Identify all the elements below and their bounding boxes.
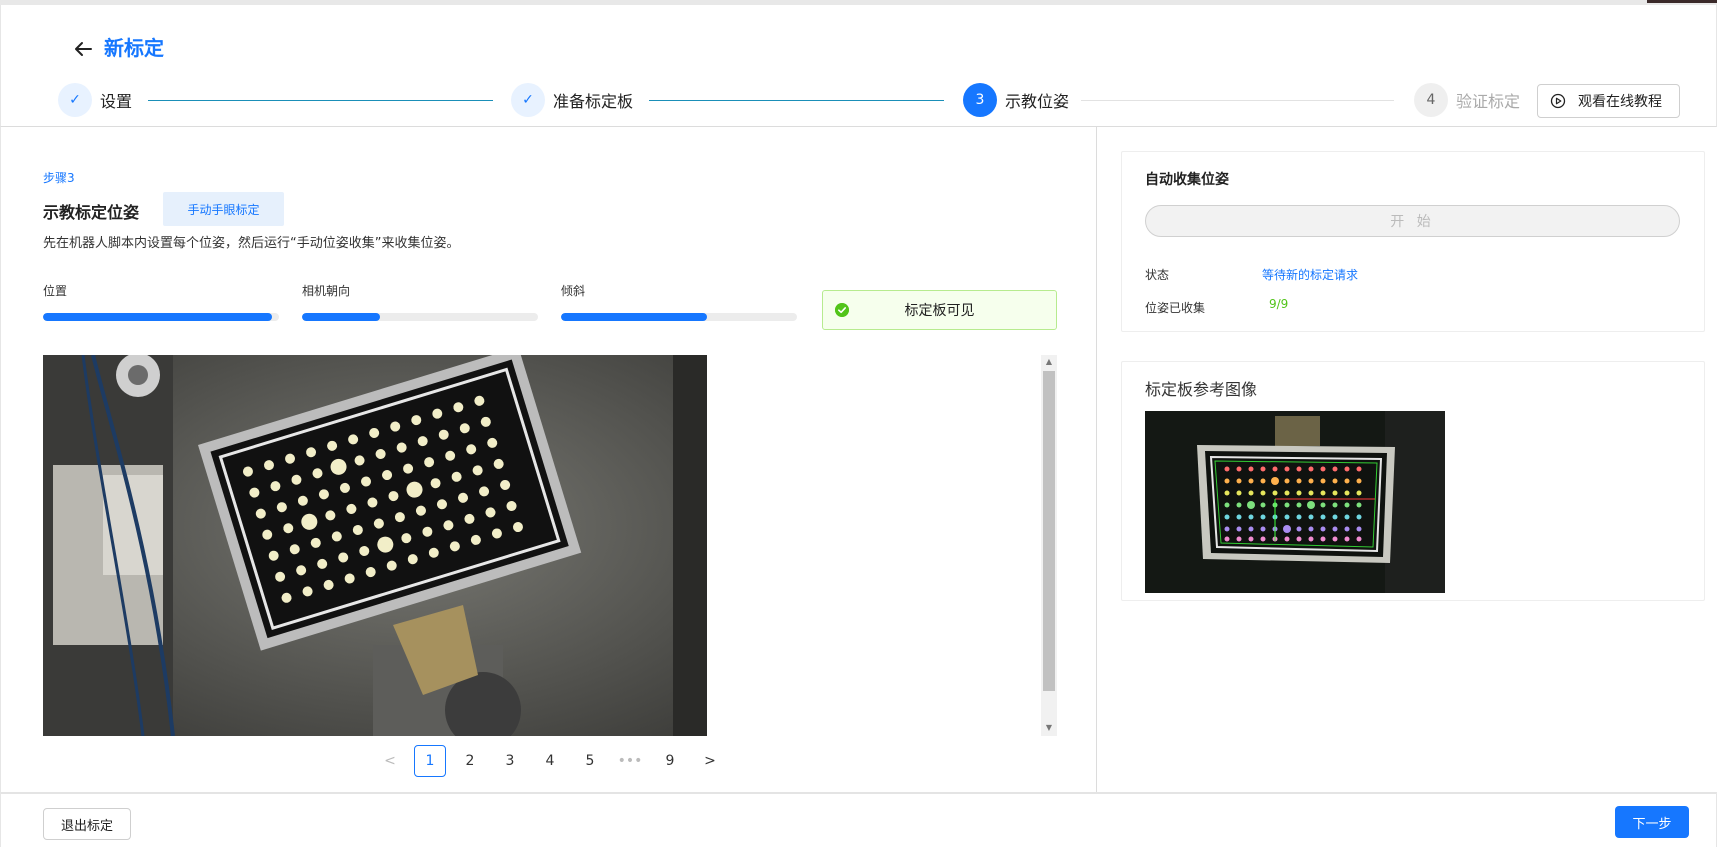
manual-hand-eye-button[interactable]: 手动手眼标定 [163, 192, 284, 226]
exit-calibration-button[interactable]: 退出标定 [43, 808, 131, 840]
scroll-down-icon[interactable]: ▼ [1045, 723, 1053, 732]
main-panel: 步骤3 示教标定位姿 手动手眼标定 先在机器人脚本内设置每个位姿，然后运行“手动… [0, 127, 1097, 792]
step-verify[interactable]: 4 验证标定 [1414, 83, 1520, 117]
start-button[interactable]: 开 始 [1145, 205, 1680, 237]
side-panel: 自动收集位姿 开 始 状态 等待新的标定请求 位姿已收集 9/9 标定板参考图像 [1098, 127, 1717, 792]
page-9[interactable]: 9 [654, 745, 686, 777]
reference-image-title: 标定板参考图像 [1145, 380, 1258, 399]
step-label: 验证标定 [1456, 92, 1521, 111]
progress-position: 位置 [43, 282, 279, 321]
collected-value: 9/9 [1269, 297, 1289, 311]
step-number: 3 [963, 83, 997, 117]
tutorial-label: 观看在线教程 [1578, 94, 1662, 110]
check-icon: ✓ [511, 83, 545, 117]
step-number: 4 [1414, 83, 1448, 117]
progress-label: 位置 [43, 284, 68, 298]
footer: 退出标定 下一步 [0, 792, 1717, 847]
calibration-page: 新标定 ✓ 设置 ✓ 准备标定板 3 示教位姿 4 验证标定 观看在线教程 步骤… [0, 0, 1717, 847]
auto-collect-title: 自动收集位姿 [1145, 172, 1229, 188]
play-circle-icon [1550, 93, 1566, 109]
page-2[interactable]: 2 [454, 745, 486, 777]
progress-fill [302, 313, 380, 321]
status-label: 状态 [1145, 268, 1170, 282]
board-visible-status: 标定板可见 [822, 290, 1057, 330]
page-4[interactable]: 4 [534, 745, 566, 777]
reference-image-card: 标定板参考图像 [1121, 361, 1705, 601]
next-page-button[interactable]: > [694, 745, 726, 777]
step-tag: 步骤3 [43, 171, 75, 185]
step-prepare-board[interactable]: ✓ 准备标定板 [511, 83, 633, 117]
board-visible-label: 标定板可见 [904, 303, 975, 319]
step-label: 准备标定板 [553, 92, 634, 111]
step-connector [649, 100, 944, 101]
section-title: 示教标定位姿 [43, 203, 140, 222]
progress-label: 倾斜 [561, 284, 586, 298]
step-teach-pose[interactable]: 3 示教位姿 [963, 83, 1069, 117]
description-text: 先在机器人脚本内设置每个位姿，然后运行“手动位姿收集”来收集位姿。 [43, 236, 460, 251]
progress-tilt: 倾斜 [561, 282, 797, 321]
page-5[interactable]: 5 [574, 745, 606, 777]
scrollbar-thumb[interactable] [1043, 371, 1055, 691]
prev-page-button[interactable]: < [374, 745, 406, 777]
header: 新标定 ✓ 设置 ✓ 准备标定板 3 示教位姿 4 验证标定 观看在线教程 [0, 5, 1717, 127]
back-arrow-icon[interactable] [71, 37, 95, 61]
reference-board-illustration [1145, 411, 1445, 593]
page-1[interactable]: 1 [414, 745, 446, 777]
step-connector [148, 100, 493, 101]
progress-fill [43, 313, 272, 321]
next-step-button[interactable]: 下一步 [1615, 806, 1689, 838]
page-3[interactable]: 3 [494, 745, 526, 777]
check-circle-icon [835, 303, 849, 317]
auto-collect-card: 自动收集位姿 开 始 状态 等待新的标定请求 位姿已收集 9/9 [1121, 151, 1705, 332]
progress-label: 相机朝向 [302, 284, 351, 298]
progress-camera-orientation: 相机朝向 [302, 282, 538, 321]
page-ellipsis[interactable]: ••• [614, 745, 646, 777]
scroll-up-icon[interactable]: ▲ [1045, 357, 1053, 366]
collected-label: 位姿已收集 [1145, 301, 1206, 315]
progress-fill [561, 313, 708, 321]
step-label: 示教位姿 [1005, 92, 1070, 111]
step-settings[interactable]: ✓ 设置 [58, 83, 132, 117]
camera-image [43, 355, 707, 736]
step-connector [1081, 100, 1394, 101]
camera-feed-illustration [43, 355, 707, 736]
image-scrollbar[interactable]: ▲ ▼ [1041, 355, 1057, 736]
page-title: 新标定 [104, 36, 164, 60]
step-label: 设置 [100, 92, 133, 111]
reference-image [1145, 411, 1445, 593]
check-icon: ✓ [58, 83, 92, 117]
status-value: 等待新的标定请求 [1262, 268, 1359, 282]
watch-tutorial-button[interactable]: 观看在线教程 [1537, 84, 1680, 118]
